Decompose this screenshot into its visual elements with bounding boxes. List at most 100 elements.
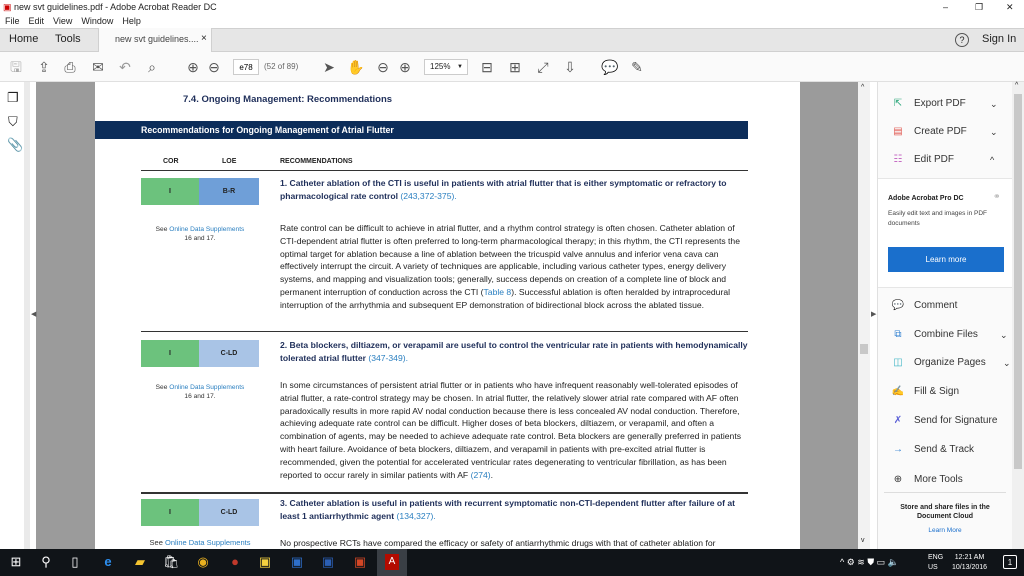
tool-send-track[interactable]: → Send & Track: [890, 442, 974, 458]
tool-more-tools[interactable]: ⊕ More Tools: [890, 472, 963, 488]
system-tray-icons[interactable]: ^ ⚙ ≋ ⛊ ▭ 🔈: [840, 554, 920, 570]
tab-document-label: new svt guidelines....: [115, 34, 199, 44]
tab-close-icon[interactable]: ×: [201, 33, 207, 44]
tool-fill-sign[interactable]: ✍ Fill & Sign: [890, 384, 959, 400]
task-view-icon[interactable]: ▯: [67, 554, 83, 570]
edge-icon[interactable]: e: [100, 554, 116, 570]
scroll-up-icon[interactable]: ^: [861, 84, 864, 91]
sticky-notes-icon[interactable]: ▣: [257, 554, 273, 570]
tool-export-pdf[interactable]: ⇱ Export PDF ⌄: [890, 96, 998, 112]
chevron-down-icon[interactable]: ⌄: [1003, 355, 1011, 371]
header-loe: LOE: [222, 158, 237, 165]
tool-combine-files[interactable]: ⧉ Combine Files ⌄: [890, 327, 1007, 343]
chevron-up-icon[interactable]: ^: [990, 152, 994, 168]
scrollbar-thumb[interactable]: [1014, 94, 1022, 469]
online-data-supplements-link[interactable]: Online Data Supplements: [169, 384, 244, 391]
menu-window[interactable]: Window: [81, 16, 113, 26]
page-up-icon[interactable]: ⊕: [184, 58, 202, 76]
action-center-icon[interactable]: 1: [1003, 555, 1017, 569]
notification-count: 1: [1007, 558, 1013, 567]
zoom-out-icon[interactable]: ⊖: [374, 58, 392, 76]
upload-icon[interactable]: ⇪: [35, 58, 53, 76]
chevron-down-icon[interactable]: ⌄: [1000, 327, 1008, 343]
reference-link[interactable]: (134,327).: [397, 511, 436, 521]
collapse-right-arrow-icon[interactable]: ▶: [871, 310, 876, 318]
highlight-pen-icon[interactable]: ✎: [628, 58, 646, 76]
store-icon[interactable]: 🛍: [163, 554, 180, 570]
online-data-supplements-link[interactable]: Online Data Supplements: [169, 226, 244, 233]
tab-home[interactable]: Home: [9, 33, 38, 45]
tool-organize-pages[interactable]: ◫ Organize Pages ⌄: [890, 355, 1010, 371]
online-data-supplements-link[interactable]: Online Data Supplements: [165, 538, 250, 547]
tools-pane-scrollbar[interactable]: ^: [1012, 82, 1024, 549]
powerpoint-icon[interactable]: ▣: [352, 554, 368, 570]
email-icon[interactable]: ✉: [89, 58, 107, 76]
scrollbar-thumb[interactable]: [860, 344, 868, 354]
scroll-down-icon[interactable]: v: [861, 537, 865, 544]
fit-page-icon[interactable]: ⊟: [478, 58, 496, 76]
app-icon[interactable]: ●: [227, 554, 243, 570]
reference-link[interactable]: (347-349).: [368, 353, 408, 363]
tab-tools[interactable]: Tools: [55, 33, 81, 45]
region-code: US: [928, 564, 938, 571]
fullscreen-icon[interactable]: ⤢: [534, 58, 552, 76]
search-icon[interactable]: ⚲: [38, 554, 54, 570]
title-bar: ▣ new svt guidelines.pdf - Adobe Acrobat…: [0, 0, 1024, 14]
tool-edit-pdf[interactable]: ☷ Edit PDF ^: [890, 152, 995, 168]
reference-link[interactable]: (243,372-375).: [400, 191, 456, 201]
close-window-button[interactable]: ✕: [1006, 0, 1014, 14]
window-title: new svt guidelines.pdf - Adobe Acrobat R…: [14, 2, 217, 12]
create-pdf-icon: ▤: [893, 126, 903, 137]
cor-badge: I: [141, 340, 199, 367]
scroll-up-icon[interactable]: ^: [1015, 82, 1018, 89]
comment-icon[interactable]: 💬: [601, 58, 619, 76]
zoom-in-icon[interactable]: ⊕: [396, 58, 414, 76]
cloud-learn-more-link[interactable]: Learn More: [884, 527, 1006, 534]
page-thumbnails-icon[interactable]: ❐: [7, 90, 19, 106]
tool-send-for-signature[interactable]: ✗ Send for Signature: [890, 413, 998, 429]
attachment-icon[interactable]: 📎: [7, 137, 23, 153]
chevron-down-icon[interactable]: ⌄: [990, 124, 998, 140]
minimize-button[interactable]: –: [943, 0, 948, 14]
bookmark-icon[interactable]: ⛉: [8, 114, 18, 130]
menu-file[interactable]: File: [5, 16, 20, 26]
chevron-down-icon[interactable]: ⌄: [990, 96, 998, 112]
menu-view[interactable]: View: [53, 16, 72, 26]
search-icon[interactable]: ⌕: [143, 58, 161, 76]
save-icon[interactable]: 🖫: [7, 58, 25, 76]
row-rule: [141, 331, 748, 332]
reference-link[interactable]: (274): [471, 470, 491, 480]
undo-icon[interactable]: ↶: [116, 58, 134, 76]
windows-start-icon[interactable]: ⊞: [8, 554, 24, 570]
more-tools-icon: ⊕: [893, 474, 903, 485]
scroll-mode-icon[interactable]: ⊞: [506, 58, 524, 76]
acrobat-taskbar-button[interactable]: A: [377, 549, 407, 576]
header-rule: [141, 170, 748, 171]
learn-more-button[interactable]: Learn more: [888, 247, 1004, 272]
file-explorer-icon[interactable]: ▰: [132, 554, 148, 570]
table-8-link[interactable]: Table 8: [484, 287, 512, 297]
document-scrollbar[interactable]: ^ v: [858, 82, 870, 549]
language-indicator[interactable]: ENG US: [928, 553, 943, 573]
page-down-icon[interactable]: ⊖: [205, 58, 223, 76]
sign-in-button[interactable]: Sign In: [982, 33, 1016, 45]
chrome-icon[interactable]: ◉: [195, 554, 211, 570]
restore-button[interactable]: ❐: [975, 0, 983, 14]
zoom-select[interactable]: 125% ▼: [424, 59, 468, 75]
select-arrow-icon[interactable]: ➤: [320, 58, 338, 76]
help-icon[interactable]: ?: [955, 33, 969, 47]
menu-edit[interactable]: Edit: [29, 16, 45, 26]
print-icon[interactable]: ⎙: [61, 58, 79, 76]
tool-create-pdf[interactable]: ▤ Create PDF ⌄: [890, 124, 997, 140]
collapse-left-arrow-icon[interactable]: ◀: [31, 310, 36, 318]
read-mode-icon[interactable]: ⇩: [561, 58, 579, 76]
hand-icon[interactable]: ✋: [347, 58, 365, 76]
page-number-input[interactable]: [233, 59, 259, 75]
tab-document[interactable]: new svt guidelines.... ×: [98, 28, 212, 52]
word-icon[interactable]: ▣: [320, 554, 336, 570]
outlook-icon[interactable]: ▣: [289, 554, 305, 570]
clock[interactable]: 12:21 AM 10/13/2016: [952, 553, 987, 573]
menu-help[interactable]: Help: [122, 16, 141, 26]
tool-comment[interactable]: 💬 Comment: [890, 298, 958, 314]
supporting-text-3: No prospective RCTs have compared the ef…: [280, 537, 750, 549]
